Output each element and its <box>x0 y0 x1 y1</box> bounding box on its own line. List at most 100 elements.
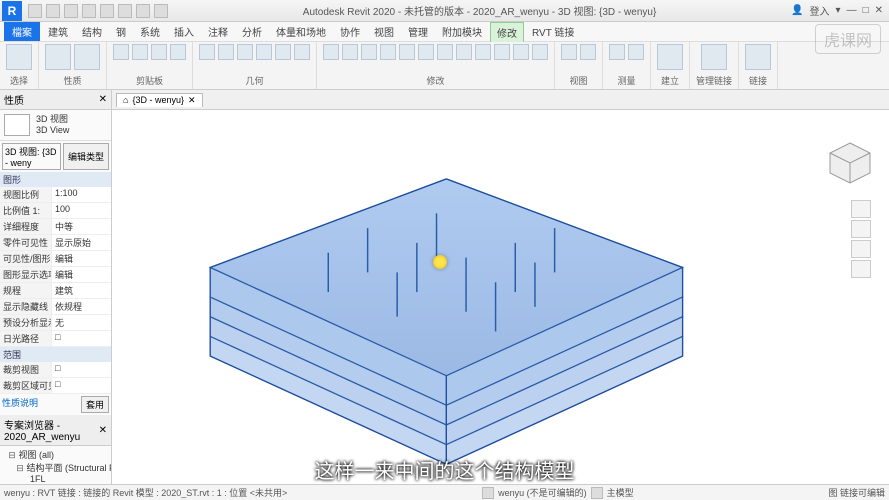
property-row[interactable]: 零件可见性显示原始 <box>0 235 111 251</box>
property-row[interactable]: 裁剪区域可见□ <box>0 378 111 394</box>
ribbon-button[interactable] <box>513 44 529 60</box>
property-row[interactable]: 比例值 1:100 <box>0 203 111 219</box>
qat-btn[interactable] <box>118 4 132 18</box>
status-icon[interactable] <box>482 487 494 499</box>
ribbon-button[interactable] <box>361 44 377 60</box>
ribbon-button[interactable] <box>113 44 129 60</box>
ribbon-tab[interactable]: 注释 <box>202 22 234 41</box>
nav-pan-icon[interactable] <box>851 220 871 238</box>
browser-close-icon[interactable]: ✕ <box>99 425 107 436</box>
ribbon-button[interactable] <box>132 44 148 60</box>
ribbon-button[interactable] <box>218 44 234 60</box>
property-row[interactable]: 视图比例1:100 <box>0 187 111 203</box>
ribbon-tab[interactable]: 结构 <box>76 22 108 41</box>
qat-btn[interactable] <box>82 4 96 18</box>
ribbon-button[interactable] <box>380 44 396 60</box>
browser-group[interactable]: ⊟ 结构平面 (Structural Plan) <box>2 461 109 474</box>
close-icon[interactable]: ✕ <box>875 5 883 16</box>
ribbon-button[interactable] <box>437 44 453 60</box>
ribbon-button[interactable] <box>475 44 491 60</box>
ribbon-button[interactable] <box>6 44 32 70</box>
apply-button[interactable]: 套用 <box>81 396 109 413</box>
app-logo[interactable]: R <box>2 1 22 21</box>
tab-close-icon[interactable]: ✕ <box>188 95 196 106</box>
qat-btn[interactable] <box>28 4 42 18</box>
ribbon-button[interactable] <box>275 44 291 60</box>
qat-btn[interactable] <box>136 4 150 18</box>
type-selector[interactable]: 3D 视图 3D View <box>0 110 111 141</box>
ribbon-tab[interactable]: 协作 <box>334 22 366 41</box>
maximize-icon[interactable]: □ <box>863 5 869 16</box>
ribbon-tab[interactable]: 修改 <box>490 22 524 42</box>
status-icon[interactable] <box>591 487 603 499</box>
browser-root[interactable]: ⊟ 视图 (all) <box>2 448 109 461</box>
viewport-3d[interactable] <box>112 110 889 484</box>
nav-wheel-icon[interactable] <box>851 200 871 218</box>
ribbon-tab[interactable]: 分析 <box>236 22 268 41</box>
status-right[interactable]: 图 链接可编辑 <box>828 486 885 499</box>
ribbon-tab[interactable]: 系统 <box>134 22 166 41</box>
ribbon-tab[interactable]: 体量和场地 <box>270 22 332 41</box>
qat-btn[interactable] <box>154 4 168 18</box>
ribbon-button[interactable] <box>237 44 253 60</box>
user-icon[interactable]: 👤 <box>791 5 803 16</box>
property-row[interactable]: 日光路径□ <box>0 331 111 347</box>
nav-zoom-icon[interactable] <box>851 240 871 258</box>
qat-btn[interactable] <box>46 4 60 18</box>
doc-tab[interactable]: ⌂ {3D - wenyu} ✕ <box>116 93 203 107</box>
ribbon-button[interactable] <box>256 44 272 60</box>
ribbon-button[interactable] <box>494 44 510 60</box>
view-cube[interactable] <box>825 138 875 188</box>
login-link[interactable]: 登入 <box>810 3 830 18</box>
qat-btn[interactable] <box>64 4 78 18</box>
ribbon-tab[interactable]: 管理 <box>402 22 434 41</box>
ribbon-button[interactable] <box>199 44 215 60</box>
ribbon-button[interactable] <box>45 44 71 70</box>
ribbon-tab[interactable]: RVT 链接 <box>526 22 580 41</box>
help-icon[interactable]: ▾ <box>836 5 841 16</box>
props-help[interactable]: 性质说明 <box>2 396 79 413</box>
property-row[interactable]: 裁剪视图□ <box>0 362 111 378</box>
main-model-label[interactable]: 主模型 <box>607 486 634 499</box>
ribbon-button[interactable] <box>561 44 577 60</box>
ribbon-button[interactable] <box>342 44 358 60</box>
properties-close-icon[interactable]: ✕ <box>99 94 107 105</box>
instance-selector[interactable]: 3D 视图: {3D - weny <box>2 143 61 170</box>
ribbon-tab[interactable]: 建筑 <box>42 22 74 41</box>
ribbon-tab[interactable]: 钢 <box>110 22 132 41</box>
ribbon-button[interactable] <box>151 44 167 60</box>
minimize-icon[interactable]: — <box>847 5 857 16</box>
ribbon-button[interactable] <box>701 44 727 70</box>
property-row[interactable]: 可见性/图形...编辑 <box>0 251 111 267</box>
ribbon-button[interactable] <box>628 44 644 60</box>
property-row[interactable]: 预设分析显示...无 <box>0 315 111 331</box>
property-row[interactable]: 详细程度中等 <box>0 219 111 235</box>
browser-item[interactable]: 1FL <box>2 474 109 484</box>
ribbon-button[interactable] <box>170 44 186 60</box>
property-row[interactable]: 图形显示选项编辑 <box>0 267 111 283</box>
nav-orbit-icon[interactable] <box>851 260 871 278</box>
ribbon-button[interactable] <box>532 44 548 60</box>
ribbon-button[interactable] <box>399 44 415 60</box>
ribbon-tab[interactable]: 视图 <box>368 22 400 41</box>
ribbon-tab[interactable]: 插入 <box>168 22 200 41</box>
ribbon-button[interactable] <box>657 44 683 70</box>
ribbon-button[interactable] <box>74 44 100 70</box>
ribbon-button[interactable] <box>609 44 625 60</box>
ribbon-button[interactable] <box>745 44 771 70</box>
ribbon-button[interactable] <box>294 44 310 60</box>
ribbon-group: 几何 <box>193 42 317 89</box>
ribbon-tab[interactable]: 附加模块 <box>436 22 488 41</box>
ribbon-button[interactable] <box>418 44 434 60</box>
ribbon-button[interactable] <box>580 44 596 60</box>
edit-type-button[interactable]: 编辑类型 <box>63 143 109 170</box>
qat-btn[interactable] <box>100 4 114 18</box>
ribbon-group: 测量 <box>603 42 651 89</box>
project-browser[interactable]: ⊟ 视图 (all)⊟ 结构平面 (Structural Plan)1FL2FL… <box>0 446 111 484</box>
ribbon: 选择性质剪贴板几何修改视图测量建立管理链接链接 <box>0 42 889 90</box>
property-row[interactable]: 规程建筑 <box>0 283 111 299</box>
property-row[interactable]: 显示隐藏线依规程 <box>0 299 111 315</box>
file-tab[interactable]: 檔案 <box>4 22 40 41</box>
ribbon-button[interactable] <box>456 44 472 60</box>
ribbon-button[interactable] <box>323 44 339 60</box>
